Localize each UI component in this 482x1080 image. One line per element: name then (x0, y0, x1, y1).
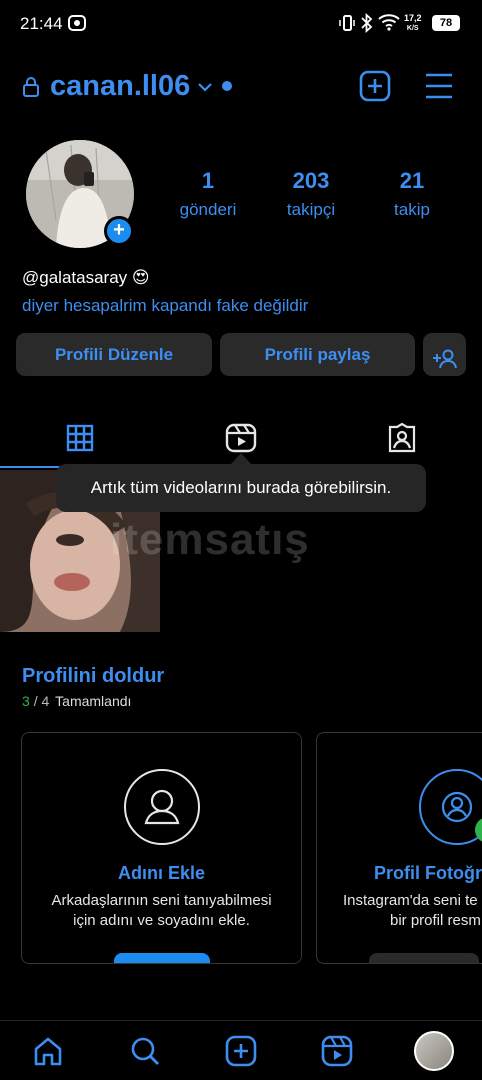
add-name-desc-line2: için adını ve soyadını ekle. (73, 912, 250, 929)
profile-photo-title: Profil Fotoğra (374, 863, 482, 883)
bottom-navigation (0, 1020, 482, 1080)
add-person-icon (433, 343, 457, 386)
stat-following-label: takip (394, 200, 430, 219)
person-icon (124, 769, 200, 845)
profile-top-bar: canan.ll06 (0, 62, 482, 112)
stat-posts-value: 1 (201, 168, 215, 193)
progress-label: Tamamlandı (55, 693, 132, 709)
stat-followers[interactable]: 203 takipçi (266, 168, 356, 220)
search-icon[interactable] (129, 1035, 161, 1072)
network-speed-unit: K/S (406, 25, 419, 32)
reels-icon[interactable] (321, 1035, 353, 1072)
complete-profile-progress: 3 / 4 Tamamlandı (22, 693, 131, 709)
bluetooth-icon (360, 12, 374, 38)
share-profile-button[interactable]: Profili paylaş (220, 333, 415, 376)
add-name-card[interactable]: Adını Ekle Arkadaşlarının seni tanıyabil… (21, 732, 302, 964)
home-icon[interactable] (32, 1035, 64, 1072)
status-time: 21:44 (20, 14, 63, 33)
tab-tagged[interactable] (386, 422, 418, 459)
account-username[interactable]: canan.ll06 (50, 70, 190, 103)
menu-icon[interactable] (424, 72, 454, 105)
profile-photo-desc-line2: bir profil resm (390, 912, 481, 929)
profile-photo-desc-line1: Instagram'da seni te (343, 892, 478, 909)
status-bar: 21:44 17,2 K/S 78 (0, 0, 482, 48)
profile-photo-card[interactable]: Profil Fotoğra Instagram'da seni te bir … (316, 732, 482, 964)
add-name-title: Adını Ekle (117, 863, 206, 883)
network-speed: 17,2 K/S (404, 14, 422, 33)
stat-posts[interactable]: 1 gönderi (163, 168, 253, 220)
profile-photo-button[interactable] (369, 953, 479, 963)
create-icon[interactable] (225, 1035, 257, 1072)
stat-following-value: 21 (399, 168, 425, 193)
add-name-button[interactable] (114, 953, 210, 963)
stat-followers-label: takipçi (286, 200, 336, 219)
vibrate-icon (338, 14, 356, 37)
stat-followers-value: 203 (292, 168, 330, 193)
progress-done: 3 (22, 693, 30, 709)
add-name-description: Arkadaşlarının seni tanıyabilmesi için a… (22, 891, 301, 931)
chevron-down-icon[interactable] (197, 80, 213, 98)
edit-profile-button[interactable]: Profili Düzenle (16, 333, 212, 376)
watermark: itemsatış (110, 515, 310, 564)
stat-following[interactable]: 21 takip (367, 168, 457, 220)
notification-icon (68, 15, 86, 36)
profile-nav-avatar[interactable] (414, 1031, 454, 1071)
notification-dot (222, 81, 232, 91)
reels-tooltip[interactable]: Artık tüm videolarını burada görebilirsi… (56, 464, 426, 512)
profile-photo-icon (419, 769, 482, 845)
progress-total: / 4 (33, 693, 50, 709)
lock-icon (22, 76, 40, 103)
bio-text: diyer hesapalrim kapandı fake değildir (22, 296, 309, 315)
wifi-icon (378, 13, 400, 36)
battery-indicator: 78 (432, 15, 460, 31)
stat-posts-label: gönderi (179, 200, 237, 219)
add-story-button[interactable]: + (104, 216, 134, 246)
bio-handle: @galatasaray 😍 (22, 268, 150, 287)
complete-profile-title: Profilini doldur (22, 665, 165, 687)
create-post-icon[interactable] (359, 70, 391, 107)
network-speed-value: 17,2 (404, 13, 422, 23)
tab-grid[interactable] (66, 424, 94, 457)
add-name-desc-line1: Arkadaşlarının seni tanıyabilmesi (51, 892, 272, 909)
discover-people-button[interactable] (423, 333, 466, 376)
profile-photo-description: Instagram'da seni te bir profil resm (343, 891, 481, 931)
